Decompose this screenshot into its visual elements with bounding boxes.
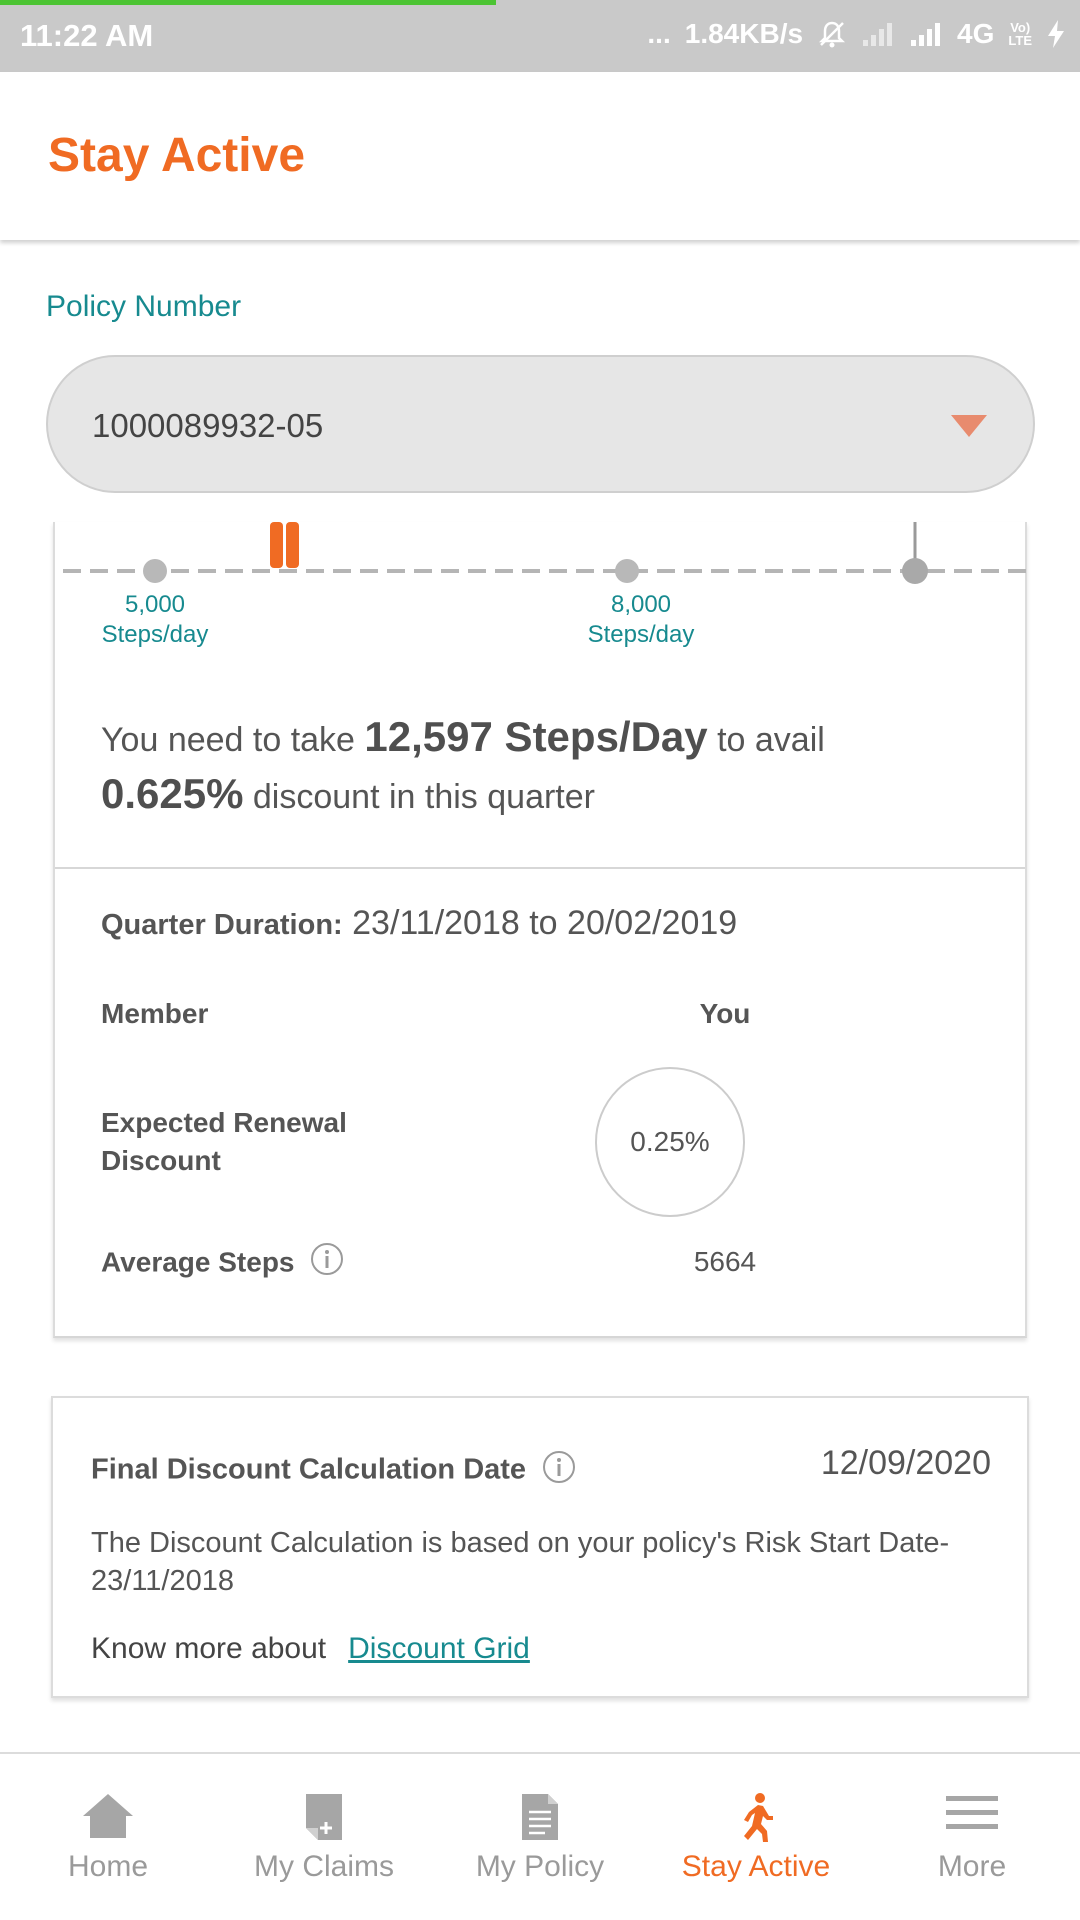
- target-marker: [902, 558, 928, 584]
- policy-number-label: Policy Number: [46, 290, 242, 323]
- average-steps-value: 5664: [693, 1246, 757, 1277]
- current-position-icon: [270, 522, 299, 568]
- nav-my-policy[interactable]: My Policy: [432, 1754, 648, 1920]
- discount-grid-link[interactable]: Discount Grid: [348, 1632, 530, 1665]
- caret-down-icon: [951, 415, 987, 442]
- network-speed: 1.84KB/s: [684, 18, 804, 49]
- mute-icon: [817, 19, 847, 49]
- target-steps: 12,597 Steps/Day: [364, 713, 708, 760]
- nav-stay-active[interactable]: Stay Active: [648, 1754, 864, 1920]
- claims-icon: [304, 1792, 344, 1847]
- app-header: Stay Active: [0, 72, 1080, 240]
- bottom-navigation: Home My Claims My Policy Stay Active Mor…: [0, 1752, 1080, 1920]
- network-type: 4G: [957, 18, 995, 49]
- policy-document-icon: [520, 1792, 560, 1847]
- member-label: Member: [101, 998, 209, 1029]
- quarter-duration: Quarter Duration: 23/11/2018 to 20/02/20…: [101, 904, 737, 943]
- charging-icon: [1046, 19, 1066, 49]
- quarter-duration-value: 23/11/2018 to 20/02/2019: [352, 904, 738, 942]
- discount-basis-text: The Discount Calculation is based on you…: [91, 1527, 950, 1597]
- home-icon: [81, 1792, 135, 1845]
- average-steps-label: Average Steps: [101, 1242, 344, 1286]
- steps-tracker: 5,000 Steps/day 8,000 Steps/day: [55, 522, 1029, 672]
- milestone-marker-5000: [143, 559, 167, 583]
- info-icon[interactable]: [542, 1450, 576, 1492]
- renewal-discount-value: 0.25%: [630, 1126, 710, 1157]
- member-value: You: [699, 998, 751, 1029]
- hamburger-menu-icon: [946, 1792, 998, 1837]
- milestone-label-8000: 8,000 Steps/day: [587, 591, 695, 648]
- steps-progress-card: 5,000 Steps/day 8,000 Steps/day You need…: [53, 522, 1027, 1338]
- quarter-duration-label: Quarter Duration:: [101, 909, 343, 941]
- final-discount-date: 12/09/2020: [820, 1444, 991, 1482]
- status-bar: 11:22 AM ... 1.84KB/s 4G Vo) LTE: [0, 0, 1080, 72]
- milestone-label-5000: 5,000 Steps/day: [101, 591, 209, 648]
- policy-number-dropdown[interactable]: 1000089932-05: [46, 355, 1035, 493]
- expected-renewal-discount-label: Expected Renewal Discount: [101, 1107, 347, 1176]
- page-title: Stay Active: [48, 129, 306, 182]
- signal-strong-icon: [909, 20, 943, 48]
- nav-home[interactable]: Home: [0, 1754, 216, 1920]
- volte-indicator: Vo) LTE: [1008, 20, 1032, 48]
- final-discount-card: Final Discount Calculation Date 12/09/20…: [51, 1396, 1029, 1698]
- target-steps-message: You need to take 12,597 Steps/Day to ava…: [101, 713, 825, 817]
- running-person-icon: [736, 1792, 776, 1849]
- signal-weak-icon: [861, 20, 895, 48]
- status-time: 11:22 AM: [20, 18, 154, 53]
- status-indicators: ... 1.84KB/s 4G Vo) LTE: [647, 18, 1066, 50]
- nav-my-claims[interactable]: My Claims: [216, 1754, 432, 1920]
- page-load-progress: [0, 0, 496, 5]
- renewal-discount-circle: 0.25%: [595, 1067, 745, 1217]
- info-icon[interactable]: [310, 1242, 344, 1286]
- know-more: Know more about Discount Grid: [91, 1632, 530, 1665]
- nav-more[interactable]: More: [864, 1754, 1080, 1920]
- divider: [55, 867, 1025, 869]
- target-discount: 0.625%: [101, 770, 244, 817]
- policy-number-value: 1000089932-05: [92, 407, 324, 444]
- more-dots: ...: [647, 18, 671, 49]
- milestone-marker-8000: [615, 559, 639, 583]
- final-discount-date-label: Final Discount Calculation Date: [91, 1450, 576, 1492]
